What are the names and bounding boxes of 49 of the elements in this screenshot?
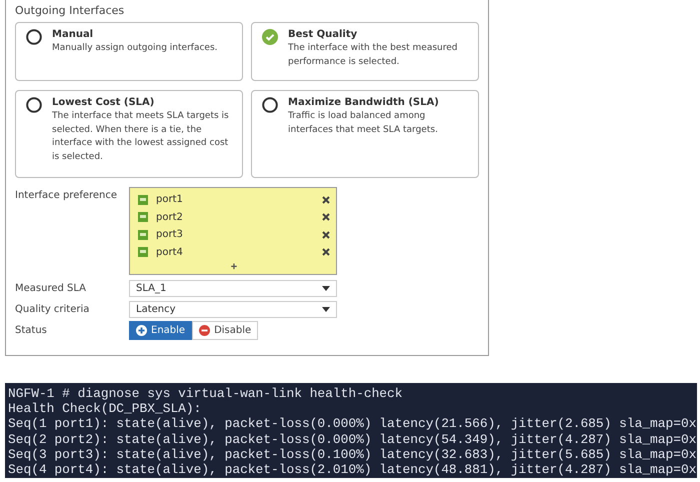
field-label: Measured SLA [15,283,88,294]
radio-button[interactable] [262,97,278,113]
option-card[interactable]: Maximize Bandwidth (SLA) Traffic is load balanced among interfaces that meet SLA targets. [251,90,479,178]
status-toggle[interactable]: Enable [129,321,192,340]
field-label: Status [15,325,48,336]
port-name: port3 [156,229,184,240]
radio-button[interactable] [26,97,42,113]
close-icon[interactable] [322,213,330,222]
terminal-line: Seq(3 port3): state(alive), packet-loss(0.100%) latency(32.683), jitter(5.685) sla_map=0x [8,446,697,462]
plus-circle-icon [136,325,147,336]
terminal-line: Seq(2 port2): state(alive), packet-loss(0.000%) latency(54.349), jitter(4.287) sla_map=0x [8,432,697,447]
field-label: Interface preference [15,189,118,201]
check-circle-icon[interactable] [262,29,278,45]
close-icon[interactable] [322,196,330,204]
field-label: Quality criteria [15,304,90,315]
terminal-line: Seq(1 port1): state(alive), packet-loss(0.000%) latency(21.566), jitter(2.685) sla_map=0x [8,416,697,432]
port-icon [138,212,148,222]
terminal-line: NGFW-1 # diagnose sys virtual-wan-link health-check [8,386,404,402]
option-description: Traffic is load balanced among interfaces that meet SLA targets. [288,110,439,136]
criteria-select[interactable]: Latency [129,301,337,318]
port-name: port1 [156,194,184,206]
port-name: port4 [156,246,184,258]
option-description: The interface that meets SLA targets is selected. When there is a tie, the interface with the lowest assigned cost is selected. [52,110,230,164]
terminal-line: Health Check(DC_PBX_SLA): [8,401,202,416]
option-description: Manually assign outgoing interfaces. [52,42,218,55]
interface-list[interactable]: port1 port2 port3 port4 + [129,187,337,275]
option-title: Manual [52,29,94,40]
port-icon [138,247,148,258]
option-card[interactable]: Lowest Cost (SLA) The interface that meets SLA targets is selected. When there is a tie, the interface with the lowest assigned cost is selected. [15,90,243,178]
terminal-line: Seq(4 port4): state(alive), packet-loss(2.010%) latency(48.881), jitter(4.287) sla_map=0x [8,462,697,478]
port-name: port2 [156,212,184,223]
close-icon[interactable] [322,248,330,256]
add-button[interactable]: + [230,261,238,273]
sla-select[interactable]: SLA_1 [129,280,337,297]
radio-button[interactable] [26,29,42,45]
option-title: Maximize Bandwidth (SLA) [288,97,440,108]
option-description: The interface with the best measured performance is selected. [288,42,458,68]
caret-icon [322,307,330,312]
minus-circle-icon [199,325,210,336]
port-icon [138,230,148,240]
option-title: Lowest Cost (SLA) [52,97,156,108]
option-card[interactable]: Best Quality The interface with the best measured performance is selected. [251,22,479,81]
panel-title: Outgoing Interfaces [15,4,126,19]
option-title: Best Quality [288,29,358,40]
status-toggle[interactable]: Disable [192,321,258,340]
option-card[interactable]: Manual Manually assign outgoing interfaces. [15,22,243,81]
caret-icon [322,286,330,291]
port-icon [138,194,148,205]
close-icon[interactable] [322,230,330,239]
